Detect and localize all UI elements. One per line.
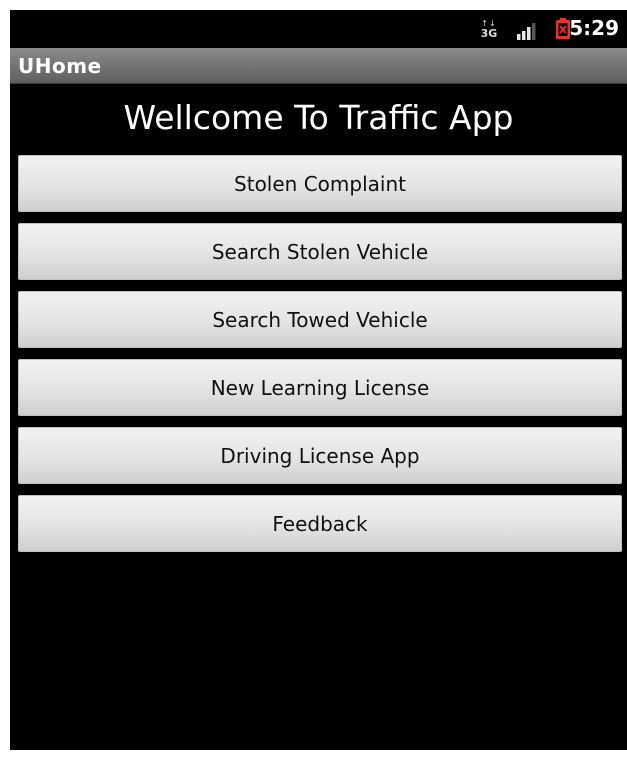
main-menu: Stolen Complaint Search Stolen Vehicle S… <box>18 155 622 563</box>
network-type-label: 3G <box>480 27 498 40</box>
status-time: 5:29 <box>569 16 619 40</box>
signal-strength-icon <box>517 23 536 40</box>
search-stolen-vehicle-button[interactable]: Search Stolen Vehicle <box>18 223 622 280</box>
app-title-bar: UHome <box>10 48 627 84</box>
welcome-heading: Wellcome To Traffic App <box>123 98 514 137</box>
phone-screen: ↑↓ 3G 5:29 UHome Wellcome To Traffic App… <box>10 10 627 750</box>
app-title: UHome <box>18 53 102 78</box>
status-bar: ↑↓ 3G 5:29 <box>10 10 627 48</box>
driving-license-app-button[interactable]: Driving License App <box>18 427 622 484</box>
new-learning-license-button[interactable]: New Learning License <box>18 359 622 416</box>
stolen-complaint-button[interactable]: Stolen Complaint <box>18 155 622 212</box>
feedback-button[interactable]: Feedback <box>18 495 622 552</box>
search-towed-vehicle-button[interactable]: Search Towed Vehicle <box>18 291 622 348</box>
network-3g-icon: ↑↓ 3G <box>480 19 498 40</box>
